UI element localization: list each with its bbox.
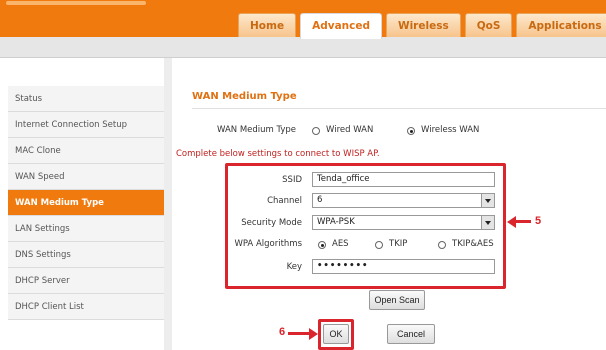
logo — [6, 1, 146, 5]
callout-5: 5 — [535, 215, 542, 227]
ssid-label: SSID — [282, 175, 302, 185]
sidebar-item-wan-speed[interactable]: WAN Speed — [8, 164, 164, 190]
tab-applications[interactable]: Applications — [516, 13, 606, 37]
radio-wired-wan-label[interactable]: Wired WAN — [326, 125, 373, 135]
sidebar-item-internet-connection-setup[interactable]: Internet Connection Setup — [8, 112, 164, 138]
wpa-algorithms-label: WPA Algorithms — [234, 239, 302, 249]
open-scan-button[interactable]: Open Scan — [369, 290, 425, 310]
wisp-note: Complete below settings to connect to WI… — [176, 149, 380, 159]
security-mode-select-value: WPA-PSK — [317, 217, 355, 227]
channel-label: Channel — [267, 196, 302, 206]
sidebar-item-dhcp-server[interactable]: DHCP Server — [8, 268, 164, 294]
sidebar-item-dns-settings[interactable]: DNS Settings — [8, 242, 164, 268]
radio-tkip[interactable] — [375, 241, 383, 249]
radio-aes[interactable] — [318, 241, 326, 249]
radio-tkip-label[interactable]: TKIP — [389, 239, 407, 249]
channel-select[interactable]: 6 — [312, 193, 495, 208]
title-divider — [192, 108, 606, 109]
chevron-down-icon[interactable] — [481, 194, 494, 207]
header-subbar — [0, 37, 606, 58]
key-input[interactable]: •••••••• — [312, 259, 495, 274]
key-label: Key — [286, 262, 302, 272]
chevron-down-icon[interactable] — [481, 216, 494, 229]
radio-tkip-aes-label[interactable]: TKIP&AES — [452, 239, 494, 249]
sidebar-item-mac-clone[interactable]: MAC Clone — [8, 138, 164, 164]
sidebar-menu: Status Internet Connection Setup MAC Clo… — [8, 86, 164, 320]
cancel-button[interactable]: Cancel — [387, 324, 435, 344]
tab-home[interactable]: Home — [238, 13, 297, 37]
ok-button[interactable]: OK — [323, 324, 349, 344]
radio-wireless-wan-label[interactable]: Wireless WAN — [421, 125, 479, 135]
sidebar-item-lan-settings[interactable]: LAN Settings — [8, 216, 164, 242]
callout-6: 6 — [279, 326, 286, 338]
wan-medium-type-label: WAN Medium Type — [217, 125, 297, 135]
radio-wireless-wan[interactable] — [407, 127, 415, 135]
sidebar-item-wan-medium-type[interactable]: WAN Medium Type — [8, 190, 164, 216]
tab-advanced[interactable]: Advanced — [300, 13, 382, 39]
main-panel: WAN Medium Type WAN Medium Type Wired WA… — [172, 58, 606, 350]
main-nav-tabs: Home Advanced Wireless QoS Applications — [238, 13, 606, 39]
tab-qos[interactable]: QoS — [464, 13, 513, 37]
radio-wired-wan[interactable] — [312, 127, 320, 135]
channel-select-value: 6 — [317, 195, 323, 205]
sidebar-item-status[interactable]: Status — [8, 86, 164, 112]
sidebar-item-dhcp-client-list[interactable]: DHCP Client List — [8, 294, 164, 320]
page-title: WAN Medium Type — [192, 91, 297, 102]
radio-tkip-aes[interactable] — [438, 241, 446, 249]
security-mode-label: Security Mode — [241, 218, 302, 228]
security-mode-select[interactable]: WPA-PSK — [312, 215, 495, 230]
callout-6-arrow-line — [288, 332, 310, 335]
radio-aes-label[interactable]: AES — [332, 239, 349, 249]
tab-wireless[interactable]: Wireless — [386, 13, 461, 37]
ssid-input[interactable]: Tenda_office — [312, 172, 495, 187]
sidebar-divider — [164, 58, 172, 350]
callout-5-arrow-line — [515, 220, 531, 223]
callout-6-arrowhead — [309, 328, 318, 340]
